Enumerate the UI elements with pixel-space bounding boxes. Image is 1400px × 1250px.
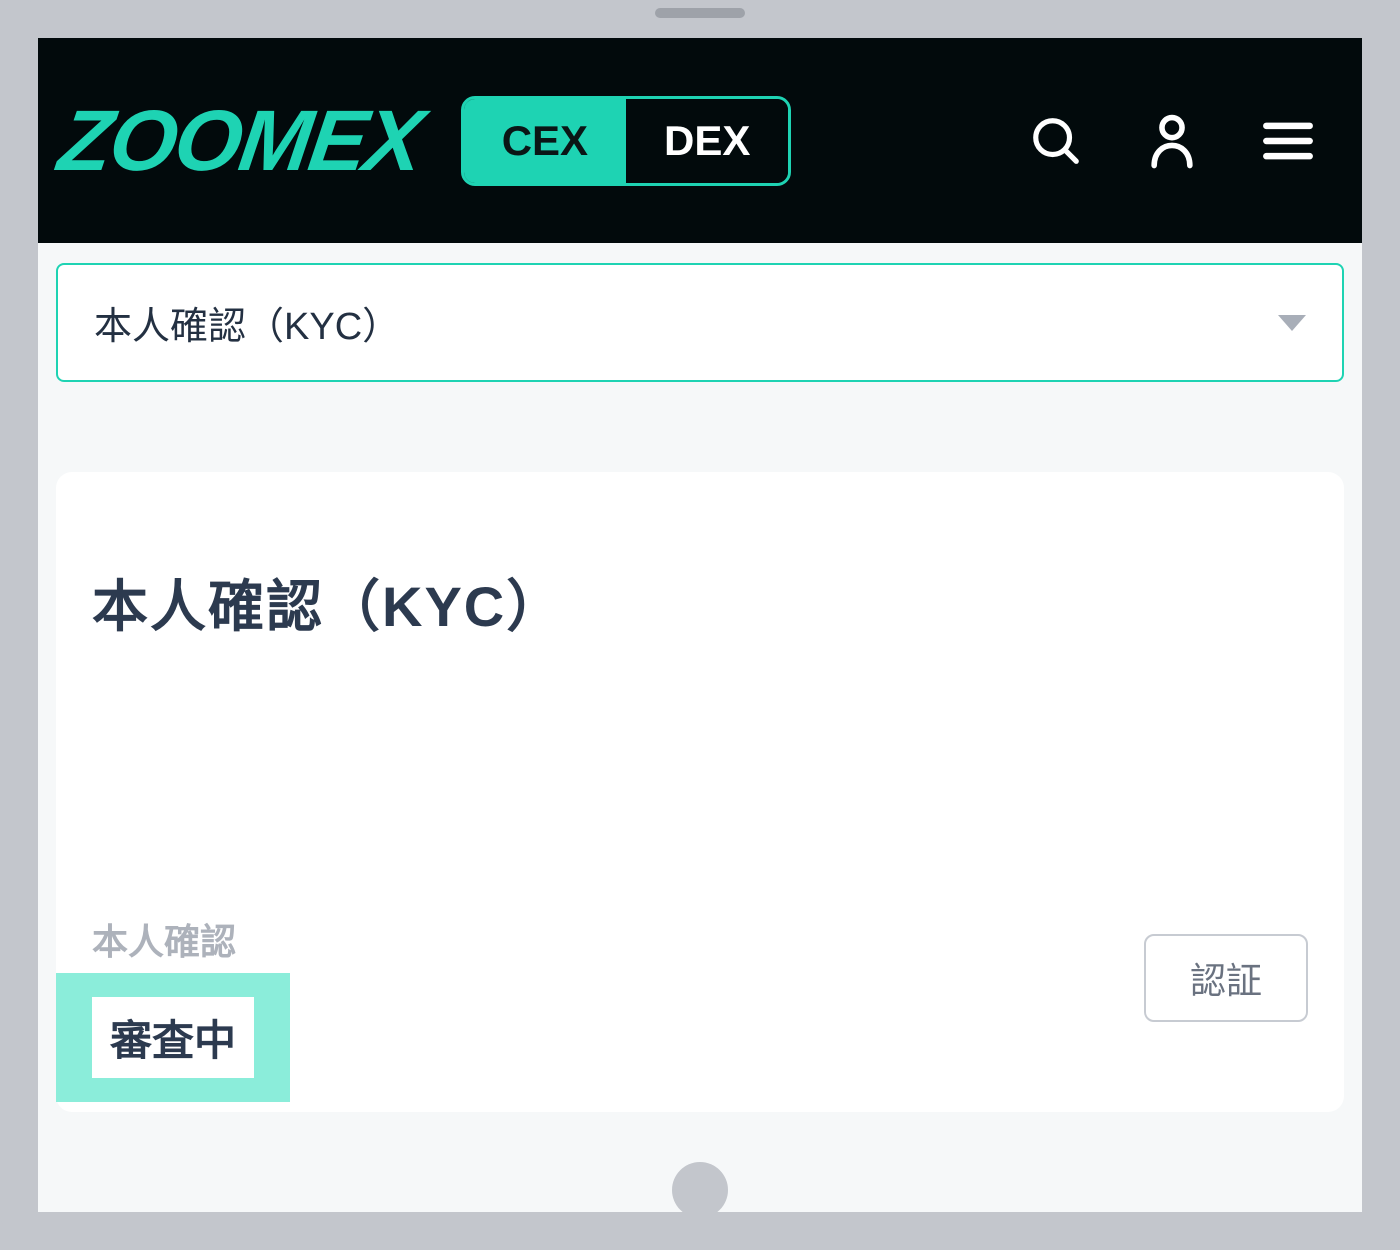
app-screen: ZOOMEX CEX DEX: [38, 38, 1362, 1212]
toggle-dex[interactable]: DEX: [626, 99, 788, 183]
header-icons: [1027, 112, 1317, 170]
verify-button[interactable]: 認証: [1144, 934, 1308, 1022]
content-area: 本人確認（KYC） 本人確認（KYC） 本人確認 審査中 認証: [38, 243, 1362, 1112]
dropdown-label: 本人確認（KYC）: [94, 295, 400, 350]
logo[interactable]: ZOOMEX: [54, 98, 427, 184]
status-badge: 審査中: [92, 997, 254, 1078]
user-icon[interactable]: [1143, 112, 1201, 170]
chevron-down-icon: [1278, 315, 1306, 331]
tablet-frame: ZOOMEX CEX DEX: [0, 0, 1400, 1250]
tablet-notch: [655, 8, 745, 18]
status-label: 本人確認: [56, 913, 290, 965]
status-section: 本人確認 審査中: [56, 913, 290, 1102]
app-header: ZOOMEX CEX DEX: [38, 38, 1362, 243]
menu-icon[interactable]: [1259, 112, 1317, 170]
kyc-card: 本人確認（KYC） 本人確認 審査中 認証: [56, 472, 1344, 1112]
status-highlight: 審査中: [56, 973, 290, 1102]
exchange-toggle: CEX DEX: [461, 96, 792, 186]
card-title: 本人確認（KYC）: [92, 562, 1308, 643]
card-bottom-row: 本人確認 審査中 認証: [56, 913, 1308, 1102]
kyc-dropdown[interactable]: 本人確認（KYC）: [56, 263, 1344, 382]
home-button[interactable]: [672, 1162, 728, 1212]
search-icon[interactable]: [1027, 112, 1085, 170]
toggle-cex[interactable]: CEX: [464, 99, 626, 183]
